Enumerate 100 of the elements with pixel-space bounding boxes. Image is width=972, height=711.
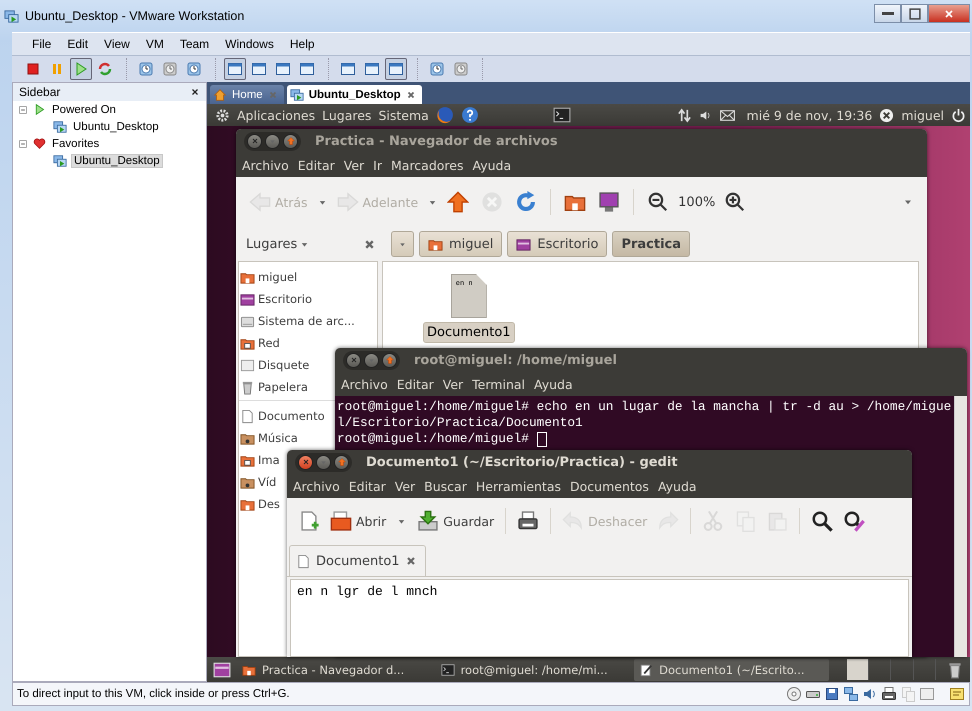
close-icon: [406, 90, 416, 100]
menu-item[interactable]: Editar: [298, 158, 335, 172]
menu-item[interactable]: Editar: [396, 376, 434, 392]
close-button[interactable]: [298, 454, 313, 470]
menu-item[interactable]: Ver: [394, 478, 416, 494]
panel-menu[interactable]: Lugares: [322, 108, 372, 122]
menu-item[interactable]: Ayuda: [472, 158, 512, 172]
text-area[interactable]: en n lgr de l mnch: [290, 579, 909, 657]
document-tab[interactable]: Documento1: [289, 545, 426, 576]
maximize-button[interactable]: [901, 4, 928, 23]
open-button[interactable]: Abrir: [327, 508, 390, 534]
bookmark-item[interactable]: Ima: [239, 449, 280, 471]
places-title[interactable]: Lugares: [246, 236, 298, 252]
breadcrumb-button[interactable]: Practica: [612, 231, 690, 257]
maximize-button[interactable]: [283, 134, 298, 148]
user-name[interactable]: miguel: [901, 108, 944, 122]
terminal-line: root@miguel:/home/miguel#: [337, 431, 530, 447]
home-icon: [213, 88, 227, 102]
bookmark-item[interactable]: Documento: [239, 405, 325, 427]
printer-icon: [517, 510, 540, 532]
expander-toggle[interactable]: [17, 104, 29, 116]
taskbar-button[interactable]: Documento1 (~/Escrito...: [634, 658, 829, 680]
close-button[interactable]: [190, 87, 200, 97]
expander-toggle[interactable]: [17, 138, 29, 150]
menu-item[interactable]: Editar: [348, 478, 386, 494]
copy-icon: [900, 686, 916, 702]
gear-icon: [215, 108, 230, 122]
bookmark-item[interactable]: Música: [239, 427, 298, 449]
menu-item[interactable]: Ir: [373, 158, 382, 172]
tab[interactable]: Home: [210, 85, 284, 104]
menu-item[interactable]: View: [98, 35, 136, 53]
computer-icon: [53, 154, 67, 168]
clock[interactable]: mié 9 de nov, 19:36: [746, 108, 872, 122]
trash-icon: [240, 380, 255, 394]
minimize-button[interactable]: [316, 454, 331, 470]
place-item[interactable]: Disquete: [239, 354, 310, 376]
window-icon: [275, 61, 291, 77]
file-name[interactable]: Documento1: [423, 322, 515, 343]
desktop-icon: [213, 660, 231, 678]
menu-item[interactable]: VM: [140, 35, 170, 53]
scrollbar[interactable]: [954, 396, 967, 657]
tree-item[interactable]: Ubuntu_Desktop: [71, 154, 163, 168]
console-button[interactable]: [224, 58, 246, 80]
place-item[interactable]: Red: [239, 332, 280, 354]
cursor: [536, 432, 547, 446]
sidebar-title: Sidebar: [19, 85, 60, 99]
menu-item[interactable]: Archivo: [293, 478, 340, 494]
window-title: Documento1 (~/Escritorio/Practica) - gedit: [366, 454, 678, 470]
tab[interactable]: Ubuntu_Desktop: [286, 85, 422, 104]
breadcrumb-button[interactable]: miguel: [419, 231, 502, 257]
maximize-button[interactable]: [382, 352, 397, 368]
menu-item[interactable]: File: [26, 35, 58, 53]
desktop-folder-icon: [516, 236, 532, 252]
maximize-button[interactable]: [334, 454, 349, 470]
menu-item[interactable]: Ayuda: [534, 376, 573, 392]
menu-item[interactable]: Ver: [344, 158, 364, 172]
panel-menu[interactable]: Aplicaciones: [237, 108, 316, 122]
taskbar-button[interactable]: root@miguel: /home/mi...: [436, 658, 630, 680]
menu-item[interactable]: Archivo: [242, 158, 289, 172]
menu-item[interactable]: Archivo: [341, 376, 388, 392]
menu-item[interactable]: Terminal: [472, 376, 525, 392]
minimize-button[interactable]: [265, 134, 280, 148]
place-item[interactable]: miguel: [239, 266, 298, 288]
menu-item[interactable]: Marcadores: [391, 158, 464, 172]
tree-item[interactable]: Ubuntu_Desktop: [71, 120, 161, 132]
workspace-switcher[interactable]: [846, 659, 936, 680]
collapse-icon: [17, 138, 29, 150]
menu-item[interactable]: Ayuda: [658, 478, 697, 494]
taskbar-button[interactable]: Practica - Navegador d...: [237, 658, 432, 680]
place-item[interactable]: Escritorio: [239, 288, 312, 310]
save-button[interactable]: Guardar: [414, 508, 498, 534]
menu-item[interactable]: Ver: [442, 376, 464, 392]
menu-item[interactable]: Documentos: [570, 478, 649, 494]
place-item[interactable]: Papelera: [239, 376, 308, 398]
tree-item[interactable]: Powered On: [50, 104, 118, 116]
menu-item[interactable]: Team: [174, 35, 216, 53]
menu-item[interactable]: Windows: [219, 35, 280, 53]
stop-icon: [25, 61, 41, 77]
show-desktop-button[interactable]: [211, 660, 233, 678]
bookmark-item[interactable]: Víd: [239, 471, 276, 493]
minimize-button[interactable]: [874, 4, 901, 23]
reload-icon: [515, 191, 538, 213]
breadcrumb-button[interactable]: Escritorio: [507, 231, 608, 257]
bookmark-item[interactable]: Des: [239, 493, 280, 515]
up-down-arrows-icon: [676, 108, 692, 122]
window-icon: [388, 61, 404, 77]
menu-item[interactable]: Help: [284, 35, 321, 53]
menu-item[interactable]: Edit: [61, 35, 94, 53]
menu-item[interactable]: Herramientas: [476, 478, 562, 494]
thumbnails-button[interactable]: [385, 58, 407, 80]
tree-item[interactable]: Favorites: [50, 138, 102, 150]
menu-item[interactable]: Buscar: [424, 478, 467, 494]
minimize-button[interactable]: [364, 352, 379, 368]
back-arrow-icon: [249, 191, 271, 213]
play-button[interactable]: [70, 58, 92, 80]
panel-menu[interactable]: Sistema: [378, 108, 429, 122]
place-item[interactable]: Sistema de arc...: [239, 310, 355, 332]
close-icon: [404, 555, 417, 567]
power-icon: [951, 108, 966, 122]
close-icon: [190, 87, 200, 97]
